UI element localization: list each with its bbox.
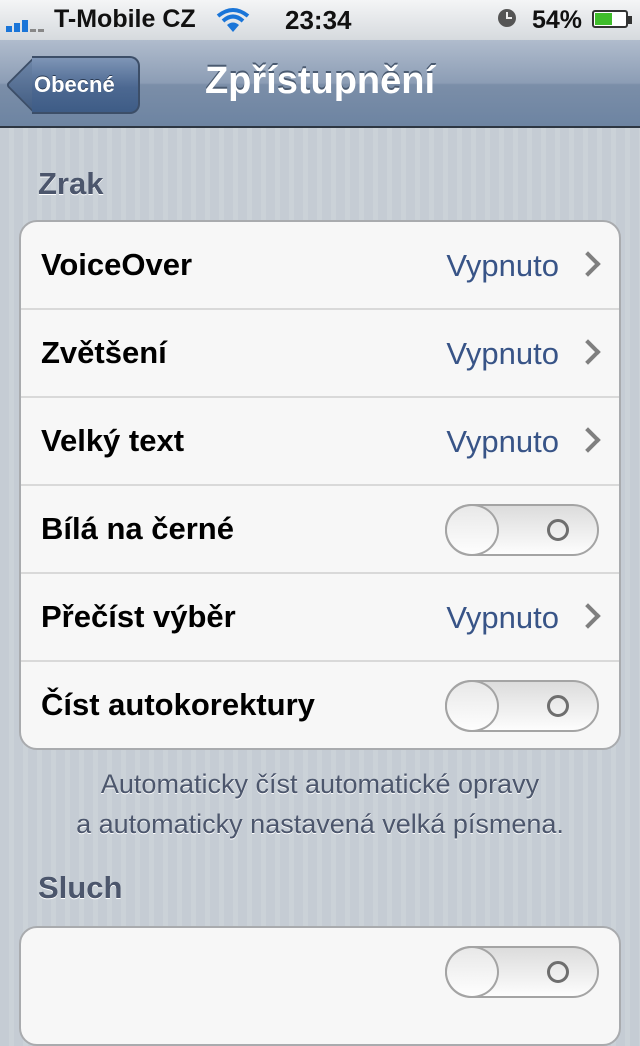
row-value: Vypnuto [446, 248, 559, 283]
row-label: Zvětšení [41, 335, 167, 370]
row-label: Přečíst výběr [41, 599, 236, 634]
footer-line: Automaticky číst automatické opravy [100, 769, 540, 799]
battery-icon [592, 10, 632, 28]
hearing-toggle[interactable] [445, 946, 599, 998]
section-header-vision: Zrak [38, 166, 104, 201]
row-label: VoiceOver [41, 247, 193, 282]
toggle-knob[interactable] [445, 504, 499, 556]
row-value: Vypnuto [446, 600, 559, 635]
row-large-text[interactable]: Velký text Vypnuto [21, 398, 619, 486]
row-speak-selection[interactable]: Přečíst výběr Vypnuto [21, 574, 619, 662]
status-bar: T-Mobile CZ 23:34 54% [0, 0, 640, 40]
battery-percent: 54% [532, 6, 583, 34]
row-speak-autotext: Číst autokorektury [21, 662, 619, 748]
speak-autotext-toggle[interactable] [445, 680, 599, 732]
chevron-right-icon [575, 427, 601, 453]
off-indicator-icon [547, 519, 569, 541]
row-label: Bílá na černé [41, 511, 234, 546]
carrier-name: T-Mobile CZ [54, 5, 196, 33]
navigation-bar: Obecné Zpřístupnění [0, 40, 640, 128]
chevron-right-icon [575, 339, 601, 365]
row-hearing-partial[interactable] [21, 928, 619, 1016]
toggle-knob[interactable] [445, 680, 499, 732]
clock-time: 23:34 [285, 5, 352, 35]
chevron-right-icon [575, 603, 601, 629]
row-label: Číst autokorektury [41, 687, 315, 722]
vision-footer-note: Automaticky číst automatické opravy a au… [0, 764, 640, 844]
toggle-knob[interactable] [445, 946, 499, 998]
section-header-hearing: Sluch [38, 870, 123, 905]
signal-icon [6, 12, 46, 32]
chevron-right-icon [575, 251, 601, 277]
page-title: Zpřístupnění [204, 60, 436, 102]
row-value: Vypnuto [446, 424, 559, 459]
alarm-clock-icon [498, 9, 516, 27]
off-indicator-icon [547, 695, 569, 717]
hearing-settings-group [19, 926, 621, 1046]
row-label: Velký text [41, 423, 185, 458]
row-voiceover[interactable]: VoiceOver Vypnuto [21, 222, 619, 310]
row-white-on-black: Bílá na černé [21, 486, 619, 574]
row-zoom[interactable]: Zvětšení Vypnuto [21, 310, 619, 398]
footer-line: a automaticky nastavená velká písmena. [76, 809, 564, 839]
row-value: Vypnuto [446, 336, 559, 371]
vision-settings-group: VoiceOver Vypnuto Zvětšení Vypnuto Velký… [19, 220, 621, 750]
white-on-black-toggle[interactable] [445, 504, 599, 556]
off-indicator-icon [547, 961, 569, 983]
wifi-icon [216, 8, 250, 32]
